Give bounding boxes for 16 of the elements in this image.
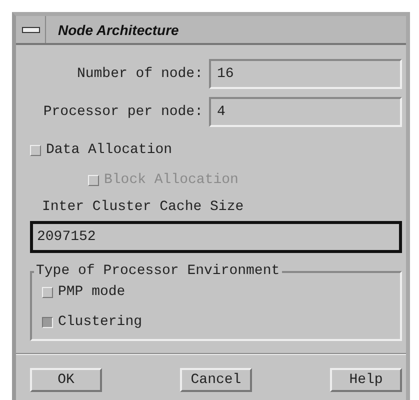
checkbox[interactable] [42, 316, 53, 328]
checkbox-label: Clustering [58, 314, 142, 330]
checkbox-label: Block Allocation [104, 172, 238, 188]
field-label: Number of node: [76, 66, 204, 82]
input-field[interactable]: 16 [209, 59, 402, 89]
checkbox-label: PMP mode [58, 284, 126, 300]
group-title: Type of Processor Environment [34, 263, 282, 279]
field-label: Inter Cluster Cache Size [42, 199, 245, 215]
checkbox-label: Data Allocation [46, 142, 172, 158]
input-field[interactable]: 2097152 [30, 221, 402, 253]
window-title: Node Architecture [58, 22, 179, 38]
input-field[interactable]: 4 [209, 97, 402, 127]
field-label: Processor per node: [42, 104, 204, 120]
dialog-button[interactable]: Help [330, 368, 402, 392]
dialog-button[interactable]: Cancel [180, 368, 252, 392]
dialog-button[interactable]: OK [30, 368, 102, 392]
